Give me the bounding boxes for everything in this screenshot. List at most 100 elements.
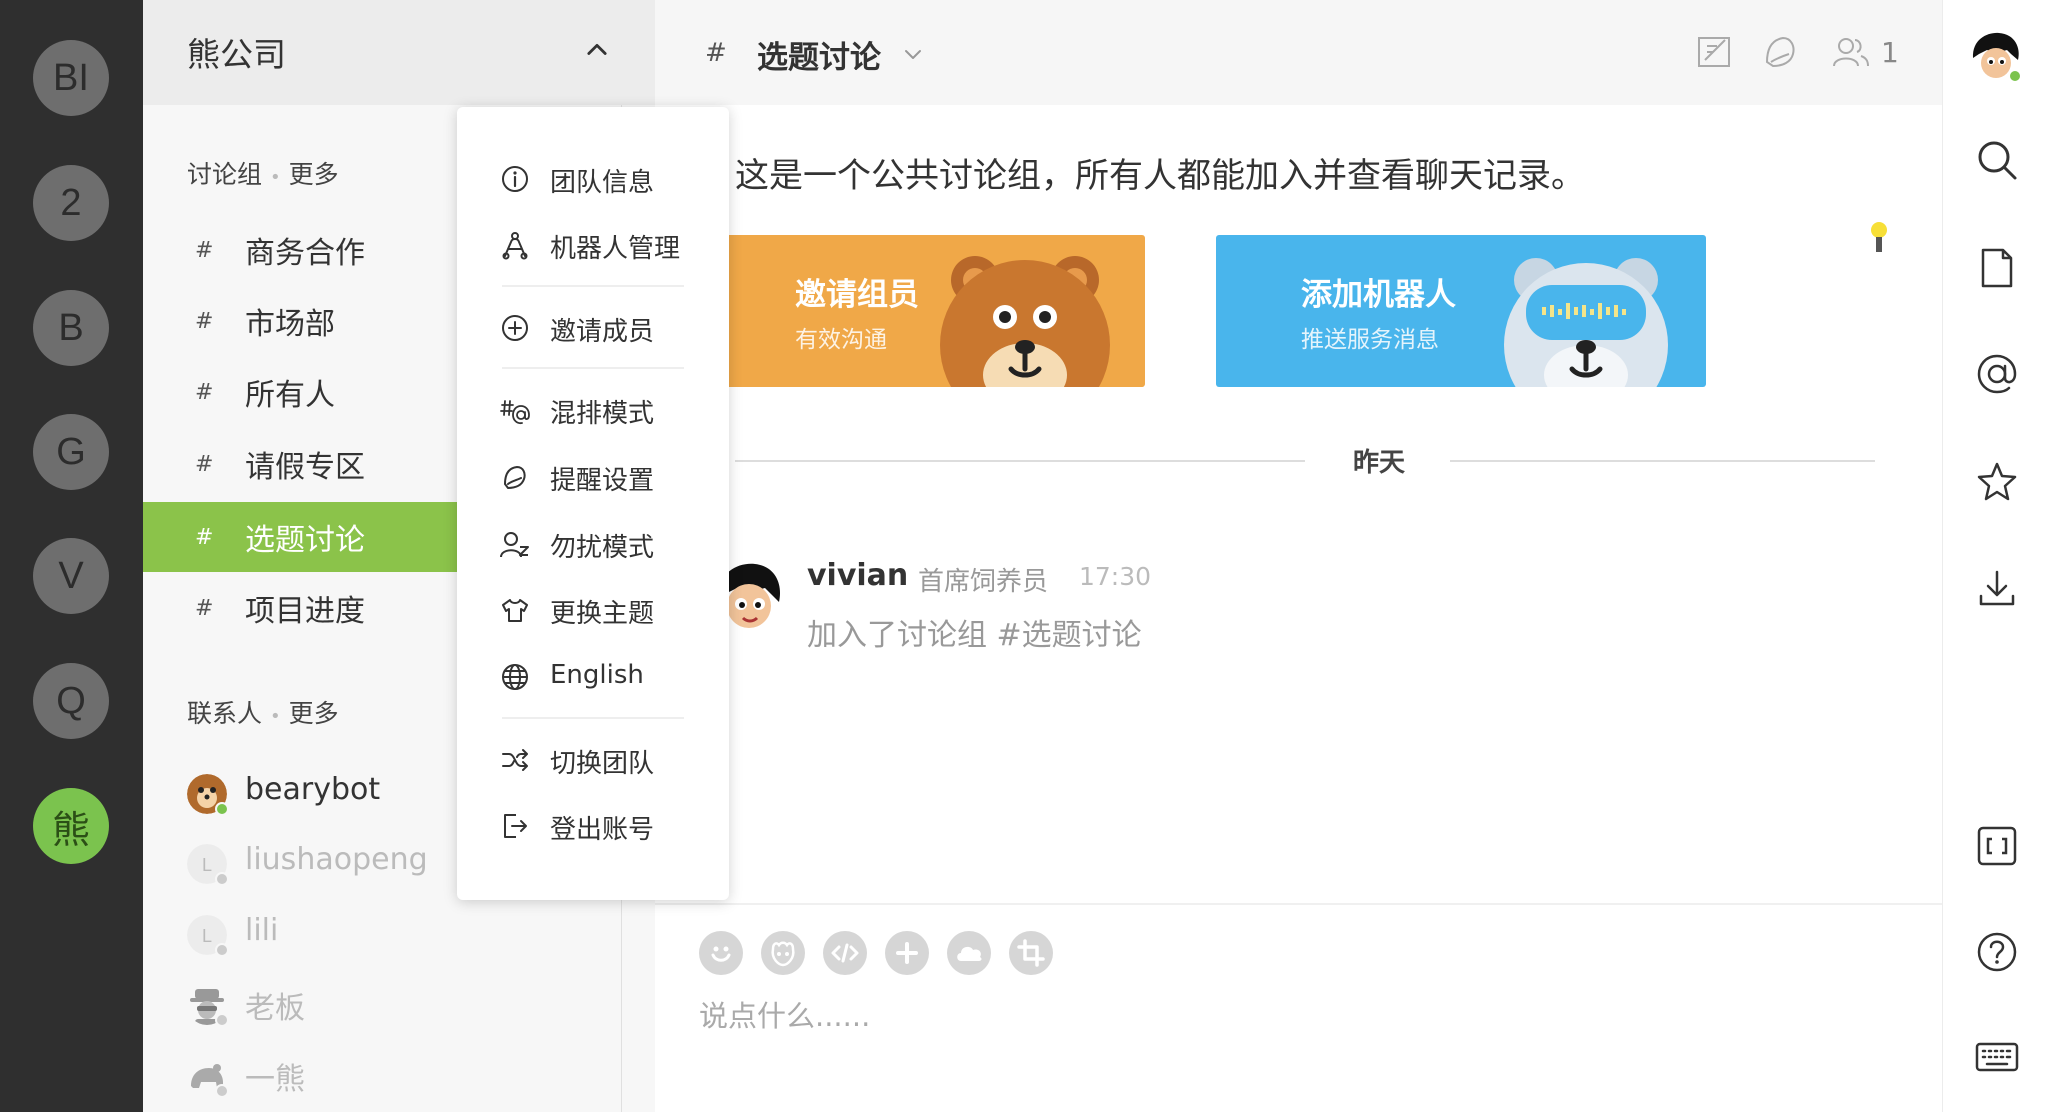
invite-card-subtitle: 有效沟通 [795,327,887,353]
menu-item-label: English [550,660,644,690]
invite-card-title: 邀请组员 [795,277,919,313]
robot-bear-illustration-icon [1504,258,1668,387]
snooze-icon [500,532,529,558]
member-count: 1 [1881,36,1899,69]
offline-status-icon [215,1084,229,1098]
contact-item-lili[interactable]: L lili [187,903,607,963]
search-icon[interactable] [1975,138,2019,182]
team-switch-bi[interactable]: BI [33,40,109,116]
contact-name: 一熊 [245,1062,305,1097]
chevron-down-icon[interactable] [901,42,925,66]
info-icon [502,166,528,192]
hash-icon: # [195,308,214,334]
menu-item-label: 团队信息 [550,168,655,198]
offline-status-icon [215,943,229,957]
globe-icon [502,664,528,690]
shuffle-icon [502,749,528,771]
contact-name: lili [245,913,279,948]
online-status-icon [215,802,229,816]
keyboard-shortcuts-icon[interactable] [1975,1036,2019,1080]
menu-item-label: 提醒设置 [550,466,655,496]
collapse-panel-icon[interactable] [1975,824,2019,868]
cloud-upload-icon[interactable] [947,931,991,975]
menu-item-language[interactable]: English [457,648,729,704]
menu-item-do-not-disturb[interactable]: 勿扰模式 [457,515,729,571]
contact-item-laoban[interactable]: 老板 [187,973,607,1033]
contacts-header-label: 联系人 [187,699,263,728]
add-robot-card[interactable]: 添加机器人 推送服务消息 [1216,235,1706,387]
team-switch-v[interactable]: V [33,538,109,614]
channel-name: 项目进度 [245,594,365,629]
hash-at-icon [500,400,530,425]
star-icon[interactable] [1975,460,2019,504]
channel-name: 选题讨论 [245,523,365,558]
message-timestamp: 17:30 [1079,562,1152,591]
menu-separator [502,285,684,287]
profile-avatar[interactable] [1969,30,2023,84]
contacts-section-header: 联系人 • 更多 [187,694,339,730]
bell-icon [504,466,526,489]
team-rail: BI 2 B G V Q 熊 [0,0,143,1112]
avatar-initial: L [202,855,212,875]
contacts-more-link[interactable]: 更多 [289,699,339,728]
menu-item-switch-team[interactable]: 切换团队 [457,731,729,787]
robot-card-title: 添加机器人 [1301,277,1456,313]
hash-icon: # [195,451,214,477]
download-icon[interactable] [1975,566,2019,610]
message-author[interactable]: vivian [807,558,908,593]
menu-item-label: 邀请成员 [550,317,655,347]
team-name: 熊公司 [187,35,286,74]
robot-card-subtitle: 推送服务消息 [1301,327,1439,353]
message-author-role: 首席饲养员 [918,567,1049,597]
app-window: BI 2 B G V Q 熊 熊公司 讨论组 • 更多 # 商务合作 # 市场部 #… [0,0,2048,1112]
menu-item-logout[interactable]: 登出账号 [457,797,729,853]
team-switch-b[interactable]: B [33,290,109,366]
menu-separator [502,367,684,369]
divider-line [1450,460,1875,462]
invite-members-card[interactable]: 邀请组员 有效沟通 [710,235,1145,387]
help-icon[interactable] [1975,930,2019,974]
offline-status-icon [215,1013,229,1027]
contact-name: bearybot [245,772,381,807]
sticker-icon[interactable] [761,931,805,975]
notification-bell-icon[interactable] [1761,32,1801,72]
file-icon[interactable] [1975,246,2019,290]
contact-item-yixiong[interactable]: 一熊 [187,1044,607,1104]
team-header[interactable]: 熊公司 [143,0,655,105]
code-snippet-icon[interactable] [823,931,867,975]
menu-item-label: 更换主题 [550,599,655,629]
channel-name: 所有人 [245,378,335,413]
members-icon[interactable] [1831,32,1871,72]
channel-title[interactable]: 选题讨论 [757,32,881,77]
menu-item-invite-members[interactable]: 邀请成员 [457,299,729,355]
antenna-icon [1871,222,1887,252]
plus-circle-icon [502,315,528,341]
menu-item-mixed-mode[interactable]: 混排模式 [457,381,729,437]
bear-illustration-icon [940,256,1110,387]
message-input[interactable] [699,991,1899,1041]
robot-icon [502,232,528,260]
screenshot-crop-icon[interactable] [1009,931,1053,975]
message-composer [655,903,1942,1112]
hash-icon: # [195,237,214,263]
menu-item-label: 勿扰模式 [550,533,655,563]
menu-item-change-theme[interactable]: 更换主题 [457,581,729,637]
avatar-initial: L [202,926,212,946]
team-switch-g[interactable]: G [33,414,109,490]
menu-item-label: 混排模式 [550,399,655,429]
menu-item-team-info[interactable]: 团队信息 [457,150,729,206]
mention-at-icon[interactable] [1975,352,2019,396]
chevron-up-icon[interactable] [583,36,611,64]
add-attachment-icon[interactable] [885,931,929,975]
team-switch-2[interactable]: 2 [33,165,109,241]
channel-name: 请假专区 [245,450,365,485]
shirt-icon [502,599,528,622]
team-switch-q[interactable]: Q [33,663,109,739]
menu-item-notification-settings[interactable]: 提醒设置 [457,448,729,504]
channels-more-link[interactable]: 更多 [289,160,339,189]
menu-item-robot-management[interactable]: 机器人管理 [457,216,729,272]
contact-name: 老板 [245,991,305,1026]
emoji-icon[interactable] [699,931,743,975]
team-switch-xiong[interactable]: 熊 [33,788,109,864]
edit-topic-icon[interactable] [1695,32,1735,72]
